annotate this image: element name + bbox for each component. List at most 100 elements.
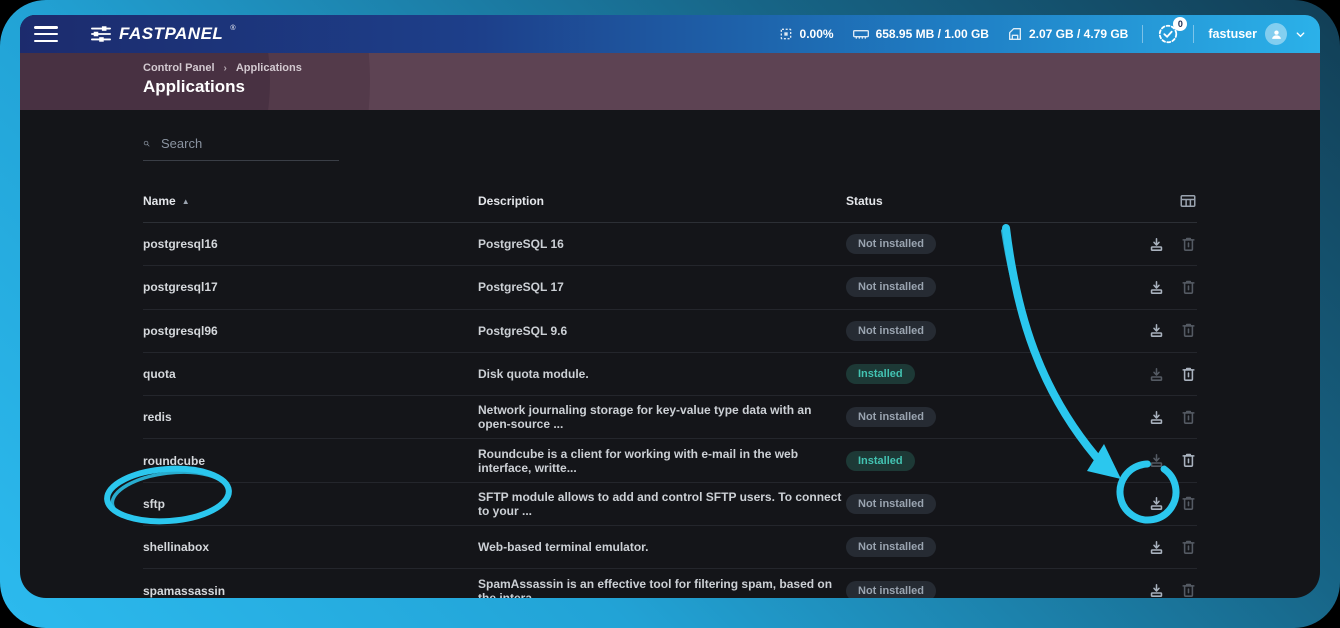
username-label: fastuser bbox=[1208, 27, 1257, 41]
search-icon bbox=[143, 136, 150, 151]
app-description: Web-based terminal emulator. bbox=[478, 540, 846, 554]
delete-button[interactable] bbox=[1180, 452, 1197, 469]
trash-icon bbox=[1180, 452, 1197, 469]
install-button[interactable] bbox=[1148, 582, 1165, 598]
logo-registered-mark: ® bbox=[230, 25, 235, 32]
ram-usage-value: 658.95 MB / 1.00 GB bbox=[876, 27, 989, 41]
disk-usage-value: 2.07 GB / 4.79 GB bbox=[1029, 27, 1128, 41]
download-icon bbox=[1148, 495, 1165, 512]
top-navigation-bar: FASTPANEL ® 0.00% bbox=[20, 15, 1320, 53]
download-icon bbox=[1148, 322, 1165, 339]
cpu-icon bbox=[778, 26, 794, 42]
install-button[interactable] bbox=[1148, 279, 1165, 296]
download-icon bbox=[1148, 236, 1165, 253]
ram-usage-stat: 658.95 MB / 1.00 GB bbox=[852, 26, 989, 42]
status-badge: Installed bbox=[846, 451, 915, 471]
install-button[interactable] bbox=[1148, 409, 1165, 426]
person-icon bbox=[1270, 28, 1283, 41]
cpu-usage-stat: 0.00% bbox=[778, 26, 834, 42]
status-badge: Not installed bbox=[846, 581, 936, 598]
column-settings-icon[interactable] bbox=[1179, 192, 1197, 210]
table-row: redis Network journaling storage for key… bbox=[143, 396, 1197, 439]
breadcrumb-applications[interactable]: Applications bbox=[236, 62, 302, 74]
search-box bbox=[143, 135, 339, 161]
search-input[interactable] bbox=[159, 135, 339, 152]
breadcrumb: Control Panel › Applications bbox=[143, 62, 1320, 74]
disk-icon bbox=[1007, 26, 1023, 42]
app-description: Roundcube is a client for working with e… bbox=[478, 447, 846, 475]
ram-icon bbox=[852, 26, 870, 42]
install-button[interactable] bbox=[1148, 495, 1165, 512]
status-badge: Not installed bbox=[846, 494, 936, 514]
delete-button[interactable] bbox=[1180, 409, 1197, 426]
table-body: postgresql16 PostgreSQL 16 Not installed… bbox=[143, 223, 1197, 598]
app-name: postgresql16 bbox=[143, 237, 478, 251]
app-name: postgresql96 bbox=[143, 324, 478, 338]
avatar bbox=[1265, 23, 1287, 45]
trash-icon bbox=[1180, 279, 1197, 296]
disk-usage-stat: 2.07 GB / 4.79 GB bbox=[1007, 26, 1128, 42]
app-name: roundcube bbox=[143, 454, 478, 468]
sort-asc-icon: ▲ bbox=[182, 197, 190, 206]
app-name: shellinabox bbox=[143, 540, 478, 554]
status-badge: Not installed bbox=[846, 277, 936, 297]
trash-icon bbox=[1180, 582, 1197, 598]
install-button[interactable] bbox=[1148, 452, 1165, 469]
hamburger-menu-icon[interactable] bbox=[34, 26, 58, 42]
breadcrumb-control-panel[interactable]: Control Panel bbox=[143, 62, 215, 74]
topbar-divider bbox=[1193, 25, 1194, 43]
page-title: Applications bbox=[143, 77, 1320, 97]
download-icon bbox=[1148, 409, 1165, 426]
fastpanel-logo[interactable]: FASTPANEL ® bbox=[90, 24, 235, 44]
app-description: Network journaling storage for key-value… bbox=[478, 403, 846, 431]
trash-icon bbox=[1180, 236, 1197, 253]
install-button[interactable] bbox=[1148, 236, 1165, 253]
app-description: SpamAssassin is an effective tool for fi… bbox=[478, 577, 846, 598]
install-button[interactable] bbox=[1148, 366, 1165, 383]
status-badge: Not installed bbox=[846, 321, 936, 341]
delete-button[interactable] bbox=[1180, 495, 1197, 512]
table-row: postgresql16 PostgreSQL 16 Not installed bbox=[143, 223, 1197, 266]
chevron-down-icon bbox=[1295, 29, 1306, 40]
download-icon bbox=[1148, 366, 1165, 383]
trash-icon bbox=[1180, 539, 1197, 556]
delete-button[interactable] bbox=[1180, 279, 1197, 296]
app-description: PostgreSQL 17 bbox=[478, 280, 846, 294]
app-name: sftp bbox=[143, 497, 478, 511]
column-header-name[interactable]: Name ▲ bbox=[143, 194, 478, 208]
column-header-description: Description bbox=[478, 194, 846, 208]
table-header: Name ▲ Description Status bbox=[143, 183, 1197, 223]
delete-button[interactable] bbox=[1180, 366, 1197, 383]
download-icon bbox=[1148, 582, 1165, 598]
trash-icon bbox=[1180, 409, 1197, 426]
trash-icon bbox=[1180, 366, 1197, 383]
topbar-divider bbox=[1142, 25, 1143, 43]
app-description: Disk quota module. bbox=[478, 367, 846, 381]
table-row: roundcube Roundcube is a client for work… bbox=[143, 439, 1197, 482]
screenshot-stage: FASTPANEL ® 0.00% bbox=[0, 0, 1340, 628]
app-description: SFTP module allows to add and control SF… bbox=[478, 490, 846, 518]
tasks-button[interactable]: 0 bbox=[1157, 23, 1179, 45]
delete-button[interactable] bbox=[1180, 582, 1197, 598]
table-row: quota Disk quota module. Installed bbox=[143, 353, 1197, 396]
user-menu[interactable]: fastuser bbox=[1208, 23, 1306, 45]
status-badge: Not installed bbox=[846, 537, 936, 557]
status-badge: Not installed bbox=[846, 407, 936, 427]
column-header-status: Status bbox=[846, 194, 1127, 208]
app-name: postgresql17 bbox=[143, 280, 478, 294]
delete-button[interactable] bbox=[1180, 322, 1197, 339]
delete-button[interactable] bbox=[1180, 539, 1197, 556]
status-badge: Not installed bbox=[846, 234, 936, 254]
install-button[interactable] bbox=[1148, 322, 1165, 339]
trash-icon bbox=[1180, 322, 1197, 339]
page-header-band: Control Panel › Applications Application… bbox=[20, 53, 1320, 110]
fastpanel-window: FASTPANEL ® 0.00% bbox=[20, 15, 1320, 598]
tasks-count-badge: 0 bbox=[1173, 17, 1187, 31]
delete-button[interactable] bbox=[1180, 236, 1197, 253]
status-badge: Installed bbox=[846, 364, 915, 384]
install-button[interactable] bbox=[1148, 539, 1165, 556]
app-name: redis bbox=[143, 410, 478, 424]
table-row: postgresql17 PostgreSQL 17 Not installed bbox=[143, 266, 1197, 309]
logo-text: FASTPANEL bbox=[119, 24, 223, 44]
app-name: quota bbox=[143, 367, 478, 381]
